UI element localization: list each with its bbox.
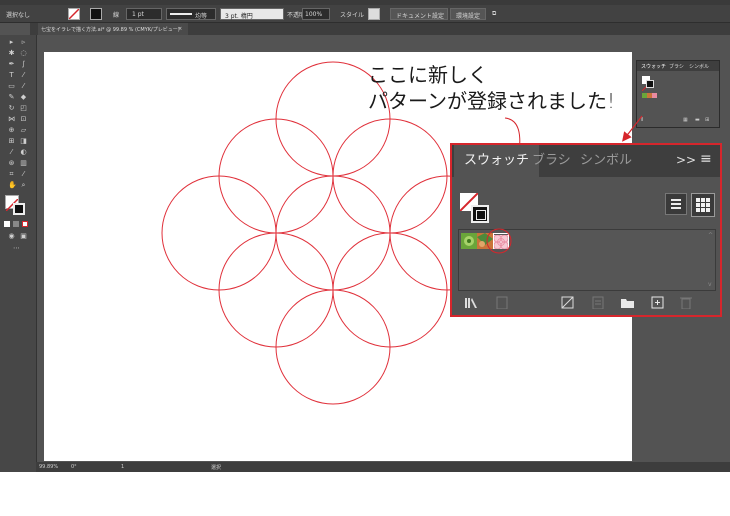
grid-view-button[interactable]: [691, 193, 715, 217]
swatch-scrollbar[interactable]: ^ v: [708, 232, 713, 288]
scroll-up-icon[interactable]: ^: [708, 232, 713, 239]
tab-symbols[interactable]: シンボル: [570, 145, 642, 177]
panel-overflow-icon[interactable]: >>: [676, 153, 696, 167]
list-view-icon: [671, 199, 681, 209]
panel-footer-toolbar: [452, 291, 720, 315]
grid-view-icon: [696, 198, 710, 212]
swatch-list-area: ^ v: [458, 228, 716, 291]
swatch-options-icon[interactable]: [590, 295, 604, 309]
stroke-inner-icon: [476, 210, 486, 220]
new-color-group-icon[interactable]: [620, 295, 634, 309]
zoom-pointer-arrow: [622, 115, 643, 142]
pattern-swatch-green[interactable]: [461, 233, 477, 249]
stroke-black-swatch[interactable]: [471, 205, 489, 223]
scroll-down-icon[interactable]: v: [708, 281, 712, 288]
delete-swatch-icon[interactable]: [678, 295, 692, 309]
swatch-libraries-icon[interactable]: [464, 295, 478, 309]
panel-menu-icon[interactable]: ≡: [700, 151, 712, 167]
panel-tab-bar: スウォッチ ブラシ シンボル >> ≡: [452, 145, 720, 177]
highlight-circle: [486, 228, 512, 254]
place-swatch-icon[interactable]: [494, 295, 508, 309]
new-swatch-icon[interactable]: [650, 295, 664, 309]
list-view-button[interactable]: [665, 193, 687, 215]
swatches-panel-zoomed: スウォッチ ブラシ シンボル >> ≡ ^ v: [450, 143, 722, 317]
show-swatch-kinds-icon[interactable]: [560, 295, 574, 309]
